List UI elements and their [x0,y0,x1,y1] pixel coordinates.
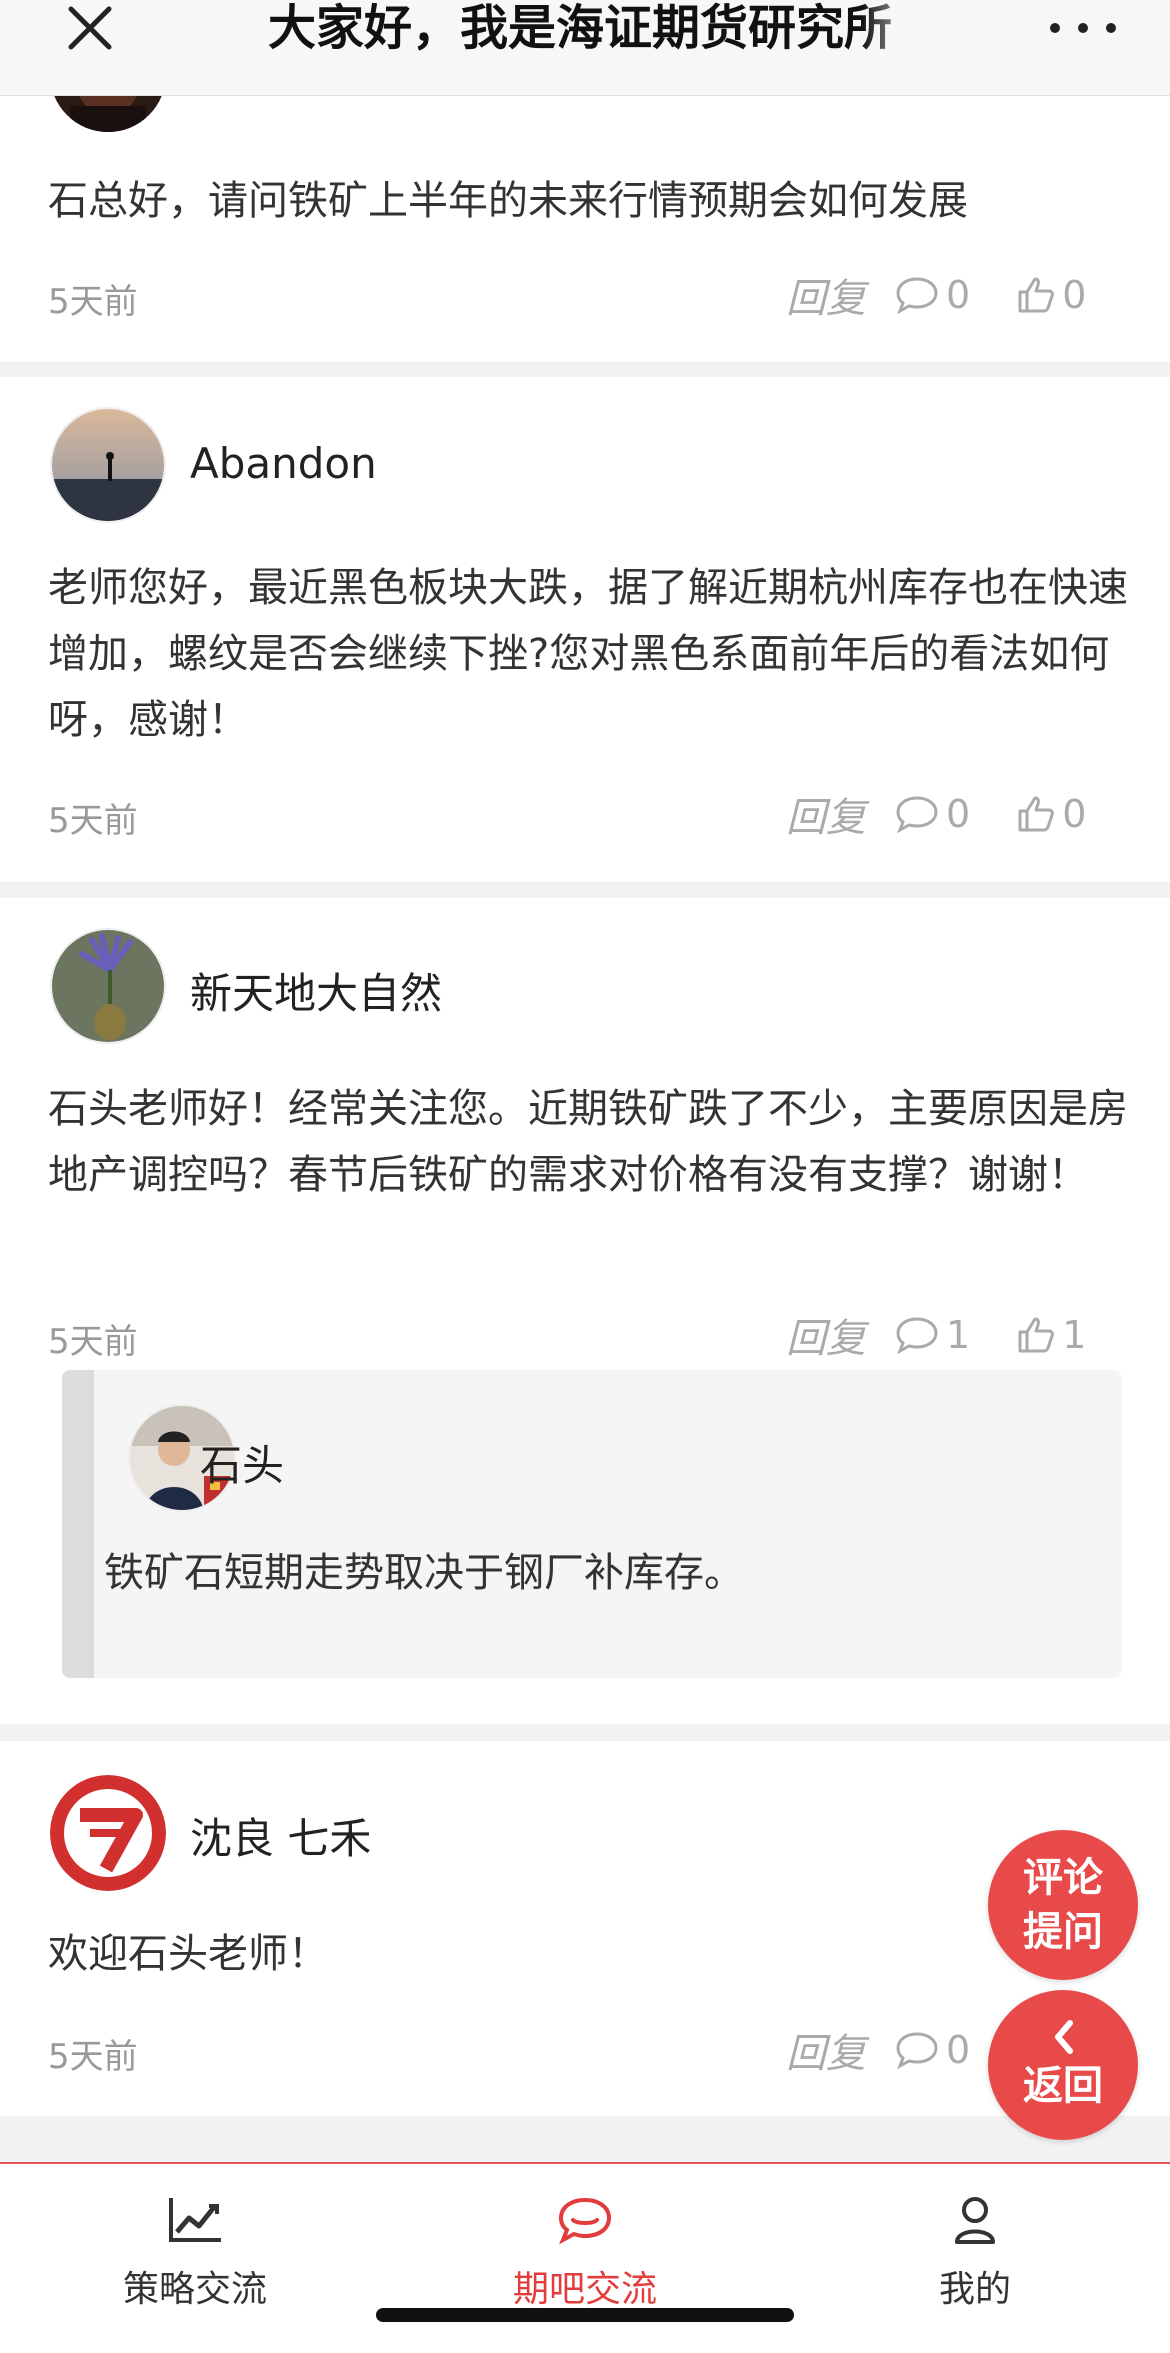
tab-mine[interactable]: 我的 [780,2164,1170,2334]
comment-text: 老师您好，最近黑色板块大跌，据了解近期杭州库存也在快速增加，螺纹是否会继续下挫?… [48,565,1128,743]
avatar[interactable] [50,928,166,1044]
comment-count: 0 [946,792,971,836]
like-count: 0 [1062,273,1087,317]
reply-thread: 石头 铁矿石短期走势取决于钢厂补库存。 [62,1370,1122,1678]
comment-count: 0 [946,2028,971,2072]
username[interactable]: 沈良 七禾 [190,1805,371,1866]
back-button[interactable]: 返回 [988,1990,1138,2140]
comment-time: 5天前 [48,282,138,322]
like-button[interactable]: 0 [1016,792,1086,836]
comment-count-button[interactable]: 0 [894,2028,970,2072]
avatar[interactable] [50,407,166,523]
comment-actions: 回复 0 0 [786,270,1086,322]
thumbs-up-icon [1018,1317,1055,1353]
comment-text: 石总好，请问铁矿上半年的未来行情预期会如何发展 [48,178,968,224]
page-title: 大家好，我是海证期货研究所 [268,0,893,56]
reply-button[interactable]: 回复 [786,1306,866,1364]
comment-bubble-icon [896,1317,938,1355]
thumbs-up-icon [1018,277,1055,313]
comment-count-button[interactable]: 0 [894,792,970,836]
user-icon [955,2197,995,2244]
username[interactable]: Abandon [190,439,377,488]
comment-text: 欢迎石头老师！ [48,1931,328,1977]
back-label: 返回 [1023,2063,1103,2109]
comment-count-button[interactable]: 0 [894,273,970,317]
comment-count: 0 [946,273,971,317]
chat-bubble-icon [558,2197,612,2245]
like-count: 1 [1062,1313,1087,1357]
reply-thread-bar [62,1370,94,1678]
avatar[interactable] [50,1775,166,1891]
comment-card: 新天地大自然 石头老师好！经常关注您。近期铁矿跌了不少，主要原因是房地产调控吗？… [0,898,1170,1724]
chevron-left-icon [1055,2020,1073,2054]
comment-time: 5天前 [48,801,138,841]
like-count: 0 [1062,792,1087,836]
tab-forum-label: 期吧交流 [512,2269,657,2310]
bottom-nav: 策略交流 期吧交流 我的 [0,2162,1170,2353]
trend-chart-icon [169,2198,221,2242]
more-button[interactable] [1050,0,1116,56]
comment-time: 5天前 [48,1322,138,1362]
username[interactable]: 新天地大自然 [190,960,442,1021]
comment-bubble-icon [896,2032,938,2070]
comment-count: 1 [946,1313,971,1357]
comment-actions: 回复 1 1 [786,1310,1086,1362]
reply-button[interactable]: 回复 [786,266,866,324]
more-dots-icon [1050,23,1060,33]
top-bar: 大家好，我是海证期货研究所 [0,0,1170,96]
app-page: 大家好，我是海证期货研究所 石总好，请问铁矿上半年的未来行情预期会如何发展 5天… [0,0,1170,2353]
close-button[interactable] [60,0,120,56]
like-button[interactable]: 0 [1016,273,1086,317]
comment-actions: 回复 0 [786,2025,1016,2077]
comment-ask-label-1: 评论 [1023,1855,1103,1901]
tab-strategy[interactable]: 策略交流 [0,2164,390,2334]
tab-mine-label: 我的 [938,2269,1011,2310]
tab-strategy-label: 策略交流 [122,2269,267,2310]
like-button[interactable]: 1 [1016,1313,1086,1357]
comment-text: 石头老师好！经常关注您。近期铁矿跌了不少，主要原因是房地产调控吗？春节后铁矿的需… [48,1086,1128,1198]
reply-username[interactable]: 石头 [200,1432,284,1493]
comment-ask-button[interactable]: 评论 提问 [988,1830,1138,1980]
reply-button[interactable]: 回复 [786,785,866,843]
reply-text: 铁矿石短期走势取决于钢厂补库存。 [104,1550,744,1596]
close-icon [68,6,112,50]
comment-actions: 回复 0 0 [786,789,1086,841]
home-indicator[interactable] [376,2308,794,2322]
thumbs-up-icon [1018,796,1055,832]
comment-bubble-icon [896,796,938,834]
comment-time: 5天前 [48,2037,138,2077]
comment-count-button[interactable]: 1 [894,1313,970,1357]
comment-ask-label-2: 提问 [1023,1909,1103,1955]
reply-button[interactable]: 回复 [786,2021,866,2079]
comment-bubble-icon [896,277,938,315]
comment-card: Abandon 老师您好，最近黑色板块大跌，据了解近期杭州库存也在快速增加，螺纹… [0,377,1170,882]
